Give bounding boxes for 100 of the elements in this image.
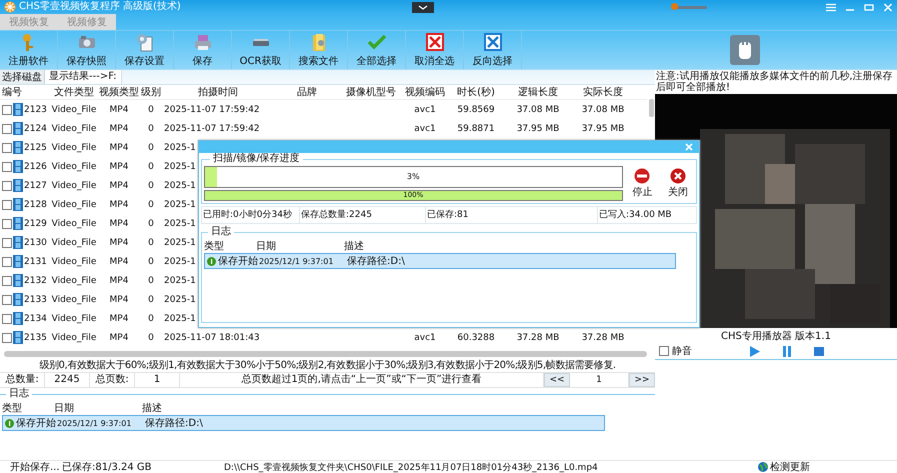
group-title: 扫描/镜像/保存进度 bbox=[210, 153, 303, 165]
film-icon bbox=[13, 103, 23, 116]
table-cell: 0 bbox=[148, 124, 154, 134]
result-path: 显示结果--->F: bbox=[45, 70, 122, 84]
column-header[interactable]: 视频编码 bbox=[402, 85, 448, 99]
checkbox[interactable] bbox=[2, 294, 12, 304]
table-cell: 0 bbox=[148, 238, 154, 248]
table-cell: Video_File bbox=[52, 294, 96, 304]
scrollbar[interactable] bbox=[4, 351, 647, 357]
table-cell: 0 bbox=[148, 180, 154, 190]
table-cell: 0 bbox=[148, 276, 154, 286]
column-header[interactable]: 描述 bbox=[142, 400, 655, 414]
checkbox[interactable] bbox=[2, 332, 12, 342]
checkbox[interactable] bbox=[2, 256, 12, 266]
table-cell: 59.8569 bbox=[457, 104, 495, 114]
table-cell: avc1 bbox=[414, 332, 436, 342]
volume-slider[interactable] bbox=[671, 3, 707, 11]
column-header[interactable]: 描述 bbox=[344, 238, 696, 252]
checkbox[interactable] bbox=[2, 276, 12, 286]
column-header[interactable]: 摄像机型号 bbox=[340, 85, 402, 99]
table-cell: MP4 bbox=[110, 200, 128, 210]
table-cell: 2130 bbox=[24, 238, 47, 248]
column-header[interactable]: 时长(秒) bbox=[448, 85, 504, 99]
log-title: 日志 bbox=[208, 226, 234, 238]
stop-button[interactable]: 停止 bbox=[626, 168, 658, 199]
table-cell: 0 bbox=[148, 256, 154, 266]
page-count: 1 bbox=[135, 373, 180, 387]
play-icon[interactable] bbox=[750, 346, 760, 356]
progress-label: 3% bbox=[406, 171, 421, 183]
film-icon bbox=[13, 122, 23, 135]
toolbar-button[interactable]: 注册软件 bbox=[0, 31, 58, 69]
close-icon[interactable] bbox=[883, 2, 893, 12]
column-header[interactable]: 实际长度 bbox=[572, 85, 634, 99]
status-text: 开始保存... bbox=[9, 461, 61, 473]
checkbox[interactable] bbox=[2, 142, 12, 152]
column-header[interactable]: 日期 bbox=[256, 238, 344, 252]
column-header[interactable]: 品牌 bbox=[274, 85, 340, 99]
table-cell: 2025-1 bbox=[164, 180, 196, 190]
checkbox[interactable] bbox=[2, 124, 12, 134]
column-header[interactable]: 文件类型 bbox=[50, 85, 98, 99]
toolbar-button[interactable]: 取消全选 bbox=[406, 31, 464, 69]
column-header[interactable]: 级别 bbox=[140, 85, 162, 99]
select-disk-button[interactable]: 选择磁盘 bbox=[0, 70, 45, 84]
check-update-button[interactable]: 检测更新 bbox=[758, 460, 810, 473]
total-label: 总数量: bbox=[0, 373, 45, 387]
table-cell: 2135 bbox=[24, 332, 47, 342]
column-header[interactable]: 类型 bbox=[202, 238, 256, 252]
column-header[interactable]: 视频类型 bbox=[98, 85, 140, 99]
table-cell: Video_File bbox=[52, 256, 96, 266]
toolbar-button[interactable]: 全部选择 bbox=[348, 31, 406, 69]
table-cell: Video_File bbox=[52, 124, 96, 134]
toolbar-button[interactable]: 保存 bbox=[174, 31, 232, 69]
pause-icon[interactable] bbox=[782, 346, 792, 356]
table-cell: Video_File bbox=[52, 162, 96, 172]
table-cell-text: 2025/12/1 9:37:01 bbox=[259, 256, 334, 266]
toolbar-button[interactable]: 保存设置 bbox=[116, 31, 174, 69]
table-cell-text: 保存路径:D:\ bbox=[347, 255, 406, 268]
table-cell: 2125 bbox=[24, 142, 47, 152]
table-cell: avc1 bbox=[414, 104, 436, 114]
checkbox[interactable] bbox=[2, 104, 12, 114]
toolbar-button[interactable]: OCR获取 bbox=[232, 31, 290, 69]
table-cell: 0 bbox=[148, 218, 154, 228]
checkbox[interactable] bbox=[2, 180, 12, 190]
column-header[interactable]: 编号 bbox=[0, 85, 50, 99]
cross-box-icon bbox=[482, 32, 502, 52]
column-header[interactable]: 拍摄时间 bbox=[162, 85, 274, 99]
column-header[interactable]: 逻辑长度 bbox=[504, 85, 572, 99]
mute-checkbox[interactable]: 静音 bbox=[659, 344, 692, 358]
toolbar-button[interactable]: 反向选择 bbox=[464, 31, 522, 69]
toolbar-button[interactable]: 保存快照 bbox=[58, 31, 116, 69]
scrollbar[interactable] bbox=[649, 99, 654, 117]
next-page-button[interactable]: >> bbox=[629, 373, 655, 387]
checkbox[interactable] bbox=[2, 218, 12, 228]
table-cell: 37.28 MB bbox=[516, 332, 560, 342]
table-cell: 2131 bbox=[24, 256, 47, 266]
close-button[interactable]: 关闭 bbox=[662, 168, 694, 199]
checkbox[interactable] bbox=[2, 238, 12, 248]
log-row[interactable]: 保存开始2025/12/1 9:37:01 保存路径:D:\ bbox=[204, 253, 676, 269]
usb-drive-icon[interactable] bbox=[730, 35, 760, 65]
table-cell: 2025-11-07 17:59:42 bbox=[164, 104, 260, 114]
menu-icon[interactable] bbox=[826, 2, 836, 12]
table-cell: 2025-1 bbox=[164, 314, 196, 324]
table-cell: 2128 bbox=[24, 200, 47, 210]
cross-box-icon bbox=[424, 32, 444, 52]
checkbox[interactable] bbox=[2, 314, 12, 324]
table-cell: MP4 bbox=[110, 124, 128, 134]
stop-icon[interactable] bbox=[814, 346, 824, 356]
info-icon bbox=[5, 418, 14, 428]
checkbox[interactable] bbox=[2, 200, 12, 210]
column-header[interactable]: 日期 bbox=[54, 400, 142, 414]
toolbar-button[interactable]: 搜索文件 bbox=[290, 31, 348, 69]
level-legend: 级别0,有效数据大于60%;级别1,有效数据大于30%小于50%;级别2,有效数据小于30%;级别3,有效数据小于20%;级别5,帧数据需要修复. bbox=[0, 359, 655, 372]
restore-icon[interactable] bbox=[864, 2, 874, 12]
log-row[interactable]: 保存开始2025/12/1 9:37:01 保存路径:D:\ bbox=[2, 415, 605, 431]
checkbox[interactable] bbox=[2, 162, 12, 172]
previous-page-button[interactable]: << bbox=[544, 373, 570, 387]
film-icon bbox=[13, 198, 23, 211]
column-header[interactable]: 类型 bbox=[0, 400, 54, 414]
dropdown-button[interactable] bbox=[412, 2, 434, 12]
table-cell: 2025-1 bbox=[164, 218, 196, 228]
